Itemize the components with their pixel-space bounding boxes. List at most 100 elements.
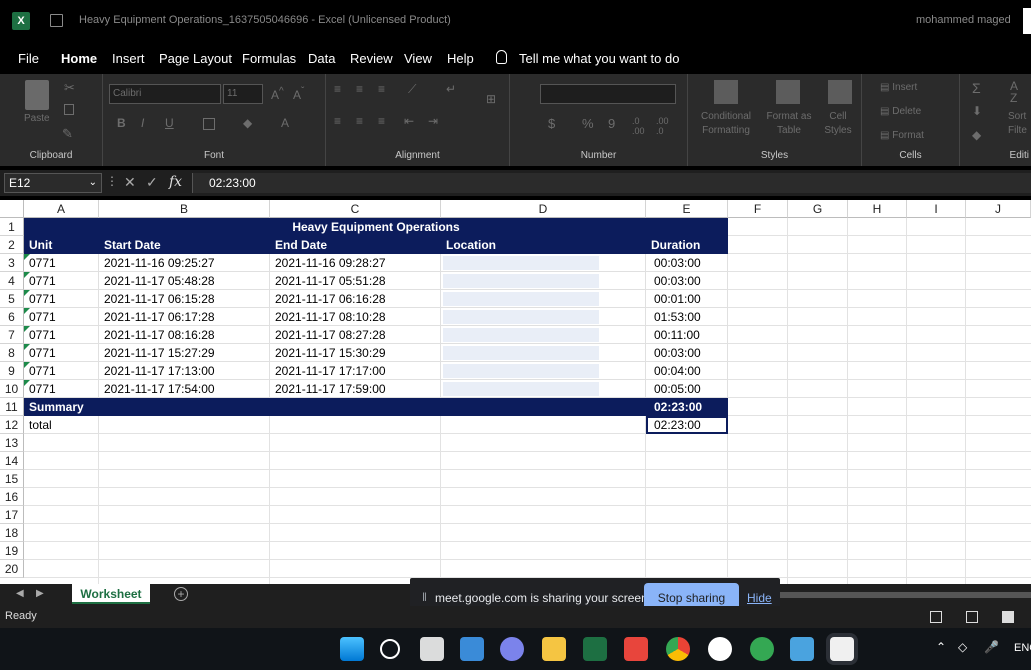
task-view-icon[interactable] xyxy=(420,637,444,661)
page-break-view-icon[interactable] xyxy=(1002,611,1014,623)
cell-end-date[interactable]: 2021-11-17 05:51:28 xyxy=(270,272,441,290)
merge-center-icon[interactable]: ⊞ xyxy=(486,92,496,106)
font-size-select[interactable]: 11 xyxy=(223,84,263,104)
row-header[interactable]: 3 xyxy=(0,254,24,272)
cell-start-date[interactable]: 2021-11-17 17:13:00 xyxy=(99,362,270,380)
cell-unit[interactable]: 0771 xyxy=(24,344,99,362)
column-header[interactable]: C xyxy=(270,200,441,218)
cell-unit[interactable]: 0771 xyxy=(24,362,99,380)
tab-review[interactable]: Review xyxy=(350,51,393,66)
cell-unit[interactable]: 0771 xyxy=(24,308,99,326)
align-center-icon[interactable]: ≡ xyxy=(356,114,363,128)
cell-location-redacted[interactable] xyxy=(441,308,646,326)
cell-duration[interactable]: 00:04:00 xyxy=(646,362,728,380)
cell-unit[interactable]: 0771 xyxy=(24,254,99,272)
cell-end-date[interactable]: 2021-11-17 06:16:28 xyxy=(270,290,441,308)
cell-styles-button[interactable]: Cell Styles xyxy=(816,110,860,138)
font-color-icon[interactable]: A xyxy=(281,116,289,130)
widgets-icon[interactable] xyxy=(460,637,484,661)
clear-icon[interactable]: ◆ xyxy=(972,128,981,142)
row-header[interactable]: 4 xyxy=(0,272,24,290)
teams-chat-icon[interactable] xyxy=(500,637,524,661)
currency-button[interactable]: $ xyxy=(548,116,555,131)
excel-taskbar-icon[interactable] xyxy=(583,637,607,661)
sheet-title[interactable]: Heavy Equipment Operations xyxy=(24,218,728,236)
conditional-formatting-icon[interactable] xyxy=(714,80,738,104)
tab-page-layout[interactable]: Page Layout xyxy=(159,51,232,66)
row-header[interactable]: 2 xyxy=(0,236,24,254)
error-indicator-icon[interactable] xyxy=(24,290,30,296)
chrome-icon[interactable] xyxy=(666,637,690,661)
orientation-icon[interactable]: ⟋ xyxy=(408,82,416,97)
cell-start-date[interactable]: 2021-11-17 17:54:00 xyxy=(99,380,270,398)
row-header[interactable]: 12 xyxy=(0,416,24,434)
tab-insert[interactable]: Insert xyxy=(112,51,145,66)
cell-end-date[interactable]: 2021-11-17 08:10:28 xyxy=(270,308,441,326)
cell-end-date[interactable]: 2021-11-17 17:59:00 xyxy=(270,380,441,398)
italic-button[interactable]: I xyxy=(141,116,144,130)
hide-button[interactable]: Hide xyxy=(747,591,772,605)
insert-cells-button[interactable]: ▤ Insert xyxy=(880,82,917,93)
header-end-date[interactable]: End Date xyxy=(270,236,441,254)
summary-label[interactable]: Summary xyxy=(24,398,646,416)
row-header[interactable]: 17 xyxy=(0,506,24,524)
microphone-icon[interactable]: 🎤 xyxy=(984,640,999,654)
cell-start-date[interactable]: 2021-11-17 06:17:28 xyxy=(99,308,270,326)
sort-filter-button[interactable]: Sort Filte xyxy=(1008,110,1027,138)
cell-start-date[interactable]: 2021-11-17 15:27:29 xyxy=(99,344,270,362)
column-header[interactable]: D xyxy=(441,200,646,218)
summary-duration[interactable]: 02:23:00 xyxy=(646,398,728,416)
align-right-icon[interactable]: ≡ xyxy=(378,114,385,128)
file-explorer-icon[interactable] xyxy=(542,637,566,661)
sort-filter-icon[interactable]: AZ xyxy=(1010,80,1018,104)
row-header[interactable]: 19 xyxy=(0,542,24,560)
column-header[interactable]: G xyxy=(788,200,848,218)
language-indicator[interactable]: ENG xyxy=(1014,642,1031,654)
search-icon[interactable] xyxy=(380,639,400,659)
row-header[interactable]: 7 xyxy=(0,326,24,344)
comma-button[interactable]: 9 xyxy=(608,116,615,131)
column-header[interactable]: B xyxy=(99,200,270,218)
underline-button[interactable]: U xyxy=(165,116,174,130)
error-indicator-icon[interactable] xyxy=(24,272,30,278)
notepad-icon[interactable] xyxy=(790,637,814,661)
row-header[interactable]: 18 xyxy=(0,524,24,542)
error-indicator-icon[interactable] xyxy=(24,254,30,260)
column-header[interactable]: I xyxy=(907,200,966,218)
tab-help[interactable]: Help xyxy=(447,51,474,66)
cell-end-date[interactable]: 2021-11-16 09:28:27 xyxy=(270,254,441,272)
cell-end-date[interactable]: 2021-11-17 15:30:29 xyxy=(270,344,441,362)
row-header[interactable]: 20 xyxy=(0,560,24,578)
tab-home[interactable]: Home xyxy=(61,51,97,66)
cell-duration[interactable]: 00:05:00 xyxy=(646,380,728,398)
number-format-select[interactable] xyxy=(540,84,676,104)
header-start-date[interactable]: Start Date xyxy=(99,236,270,254)
delete-cells-button[interactable]: ▤ Delete xyxy=(880,106,921,117)
cell-duration[interactable]: 00:01:00 xyxy=(646,290,728,308)
formula-input[interactable]: 02:23:00 xyxy=(192,173,1031,193)
top-align-icon[interactable]: ≡ xyxy=(334,82,341,96)
cell-duration[interactable]: 00:03:00 xyxy=(646,272,728,290)
row-header[interactable]: 14 xyxy=(0,452,24,470)
row-header[interactable]: 15 xyxy=(0,470,24,488)
cell-location-redacted[interactable] xyxy=(441,362,646,380)
error-indicator-icon[interactable] xyxy=(24,308,30,314)
fill-icon[interactable]: ⬇ xyxy=(972,104,982,118)
decrease-indent-icon[interactable]: ⇤ xyxy=(404,114,414,128)
row-header[interactable]: 1 xyxy=(0,218,24,236)
row-header[interactable]: 6 xyxy=(0,308,24,326)
chrome-profile-icon[interactable] xyxy=(750,637,774,661)
column-header[interactable]: A xyxy=(24,200,99,218)
format-as-table-icon[interactable] xyxy=(776,80,800,104)
scroll-left-icon[interactable]: ◀ xyxy=(16,588,24,599)
cell-unit[interactable]: 0771 xyxy=(24,380,99,398)
paste-button[interactable]: Paste xyxy=(24,113,50,124)
app-s-icon[interactable] xyxy=(624,637,648,661)
cell-start-date[interactable]: 2021-11-16 09:25:27 xyxy=(99,254,270,272)
percent-button[interactable]: % xyxy=(582,116,594,131)
cell-styles-icon[interactable] xyxy=(828,80,852,104)
tab-formulas[interactable]: Formulas xyxy=(242,51,296,66)
tab-data[interactable]: Data xyxy=(308,51,335,66)
enter-icon[interactable]: ✓ xyxy=(146,174,158,191)
copy-icon[interactable] xyxy=(64,104,74,115)
